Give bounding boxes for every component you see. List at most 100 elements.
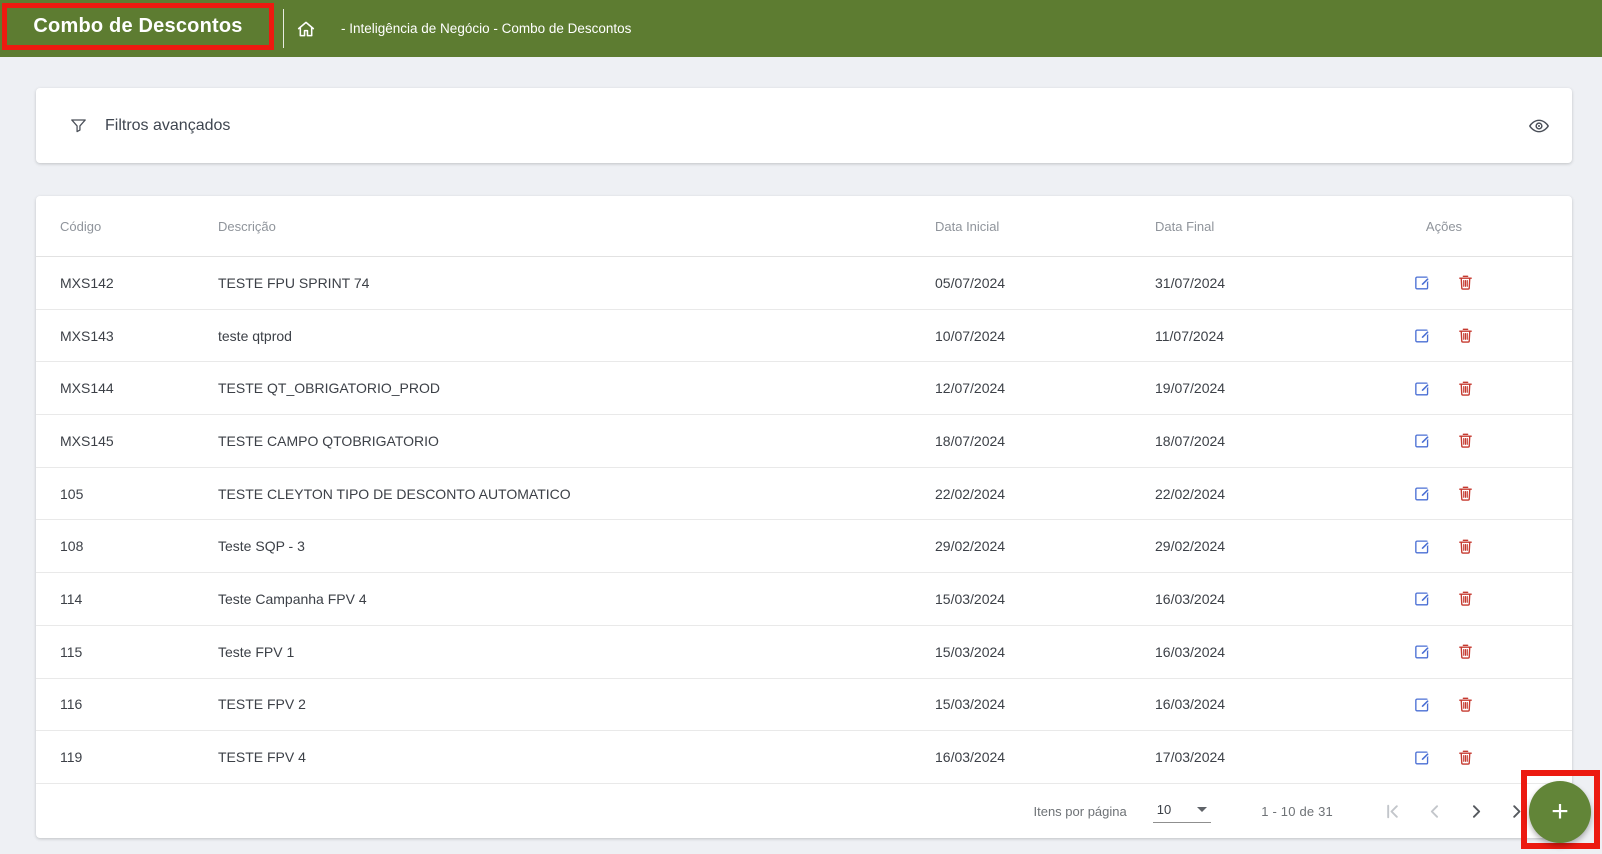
edit-icon[interactable] bbox=[1413, 589, 1432, 608]
advanced-filters-bar[interactable]: Filtros avançados bbox=[36, 88, 1572, 163]
first-page-icon[interactable] bbox=[1381, 800, 1404, 823]
cell-data-inicial: 29/02/2024 bbox=[935, 538, 1006, 555]
cell-data-inicial: 05/07/2024 bbox=[935, 274, 1006, 291]
trash-icon[interactable] bbox=[1456, 537, 1475, 556]
cell-descricao: Teste Campanha FPV 4 bbox=[218, 590, 367, 607]
column-header-codigo: Código bbox=[60, 218, 102, 234]
table-row: 116 TESTE FPV 2 15/03/2024 16/03/2024 bbox=[36, 679, 1572, 732]
cell-descricao: TESTE FPV 4 bbox=[218, 749, 306, 766]
cell-codigo: 105 bbox=[60, 485, 84, 502]
cell-descricao: Teste FPV 1 bbox=[218, 643, 295, 660]
trash-icon[interactable] bbox=[1456, 642, 1475, 661]
trash-icon[interactable] bbox=[1456, 484, 1475, 503]
column-header-data-inicial: Data Inicial bbox=[935, 218, 1000, 234]
cell-codigo: 119 bbox=[60, 749, 83, 766]
column-header-data-final: Data Final bbox=[1155, 218, 1215, 234]
table-row: MXS144 TESTE QT_OBRIGATORIO_PROD 12/07/2… bbox=[36, 362, 1572, 416]
edit-icon[interactable] bbox=[1413, 431, 1432, 450]
cell-codigo: MXS143 bbox=[60, 327, 114, 344]
trash-icon[interactable] bbox=[1456, 695, 1475, 714]
cell-data-inicial: 12/07/2024 bbox=[935, 380, 1006, 397]
table-row: 114 Teste Campanha FPV 4 15/03/2024 16/0… bbox=[36, 573, 1572, 626]
items-per-page-label: Itens por página bbox=[1033, 804, 1127, 819]
edit-icon[interactable] bbox=[1413, 326, 1432, 345]
page-title: Combo de Descontos bbox=[33, 15, 243, 37]
cell-data-final: 19/07/2024 bbox=[1155, 380, 1226, 397]
cell-data-inicial: 15/03/2024 bbox=[935, 590, 1006, 607]
cell-codigo: 108 bbox=[60, 538, 84, 555]
cell-descricao: TESTE FPV 2 bbox=[218, 696, 306, 713]
cell-data-final: 22/02/2024 bbox=[1155, 485, 1226, 502]
cell-data-inicial: 16/03/2024 bbox=[935, 749, 1006, 766]
table-row: 105 TESTE CLEYTON TIPO DE DESCONTO AUTOM… bbox=[36, 468, 1572, 521]
pagination: Itens por página 10 1 - 10 de 31 bbox=[36, 785, 1572, 838]
cell-data-final: 16/03/2024 bbox=[1155, 643, 1226, 660]
trash-icon[interactable] bbox=[1456, 326, 1475, 345]
trash-icon[interactable] bbox=[1456, 379, 1475, 398]
pagination-range: 1 - 10 de 31 bbox=[1261, 804, 1333, 819]
trash-icon[interactable] bbox=[1456, 431, 1475, 450]
annotation-highlight-title: Combo de Descontos bbox=[2, 3, 274, 50]
trash-icon[interactable] bbox=[1456, 273, 1475, 292]
cell-descricao: TESTE FPU SPRINT 74 bbox=[218, 274, 370, 291]
cell-codigo: MXS142 bbox=[60, 274, 114, 291]
cell-data-inicial: 18/07/2024 bbox=[935, 432, 1006, 449]
cell-codigo: MXS144 bbox=[60, 380, 114, 397]
table-header-row: Código Descrição Data Inicial Data Final… bbox=[36, 196, 1572, 257]
table-row: MXS142 TESTE FPU SPRINT 74 05/07/2024 31… bbox=[36, 257, 1572, 310]
plus-icon: + bbox=[1551, 795, 1569, 828]
cell-descricao: TESTE CLEYTON TIPO DE DESCONTO AUTOMATIC… bbox=[218, 485, 571, 502]
trash-icon[interactable] bbox=[1456, 748, 1475, 767]
table-row: MXS145 TESTE CAMPO QTOBRIGATORIO 18/07/2… bbox=[36, 415, 1572, 468]
cell-codigo: 116 bbox=[60, 696, 83, 713]
cell-data-final: 16/03/2024 bbox=[1155, 590, 1226, 607]
cell-descricao: TESTE QT_OBRIGATORIO_PROD bbox=[218, 380, 440, 397]
app-header: Combo de Descontos - Inteligência de Neg… bbox=[0, 0, 1602, 57]
table-row: 108 Teste SQP - 3 29/02/2024 29/02/2024 bbox=[36, 520, 1572, 574]
cell-codigo: 115 bbox=[60, 643, 83, 660]
discounts-table: Código Descrição Data Inicial Data Final… bbox=[36, 196, 1572, 838]
cell-descricao: Teste SQP - 3 bbox=[218, 538, 305, 555]
cell-data-final: 16/03/2024 bbox=[1155, 696, 1226, 713]
cell-data-inicial: 10/07/2024 bbox=[935, 327, 1006, 344]
column-header-acoes: Ações bbox=[1425, 218, 1463, 234]
cell-codigo: MXS145 bbox=[60, 432, 114, 449]
pagination-controls bbox=[1381, 800, 1530, 823]
column-header-descricao: Descrição bbox=[218, 218, 276, 234]
funnel-icon bbox=[69, 116, 88, 135]
eye-icon[interactable] bbox=[1528, 115, 1550, 137]
edit-icon[interactable] bbox=[1413, 748, 1432, 767]
cell-descricao: teste qtprod bbox=[218, 327, 292, 344]
chevron-left-icon[interactable] bbox=[1423, 800, 1446, 823]
chevron-right-icon[interactable] bbox=[1465, 800, 1488, 823]
items-per-page-value: 10 bbox=[1156, 802, 1172, 817]
table-row: 119 TESTE FPV 4 16/03/2024 17/03/2024 bbox=[36, 731, 1572, 784]
edit-icon[interactable] bbox=[1413, 695, 1432, 714]
cell-data-inicial: 15/03/2024 bbox=[935, 643, 1006, 660]
edit-icon[interactable] bbox=[1413, 484, 1432, 503]
table-row: 115 Teste FPV 1 15/03/2024 16/03/2024 bbox=[36, 626, 1572, 679]
chevron-down-icon bbox=[1197, 807, 1208, 812]
cell-data-final: 31/07/2024 bbox=[1155, 274, 1226, 291]
cell-descricao: TESTE CAMPO QTOBRIGATORIO bbox=[218, 432, 439, 449]
edit-icon[interactable] bbox=[1413, 642, 1432, 661]
trash-icon[interactable] bbox=[1456, 589, 1475, 608]
add-button[interactable]: + bbox=[1529, 781, 1591, 843]
edit-icon[interactable] bbox=[1413, 273, 1432, 292]
cell-data-final: 17/03/2024 bbox=[1155, 749, 1226, 766]
edit-icon[interactable] bbox=[1413, 537, 1432, 556]
cell-data-final: 18/07/2024 bbox=[1155, 432, 1226, 449]
cell-data-inicial: 22/02/2024 bbox=[935, 485, 1006, 502]
cell-codigo: 114 bbox=[60, 590, 83, 607]
table-row: MXS143 teste qtprod 10/07/2024 11/07/202… bbox=[36, 310, 1572, 363]
advanced-filters-label: Filtros avançados bbox=[105, 116, 231, 134]
header-divider bbox=[283, 9, 284, 48]
cell-data-final: 11/07/2024 bbox=[1155, 327, 1225, 344]
page: Combo de Descontos - Inteligência de Neg… bbox=[0, 0, 1602, 854]
cell-data-inicial: 15/03/2024 bbox=[935, 696, 1006, 713]
breadcrumb: - Inteligência de Negócio - Combo de Des… bbox=[341, 21, 632, 36]
cell-data-final: 29/02/2024 bbox=[1155, 538, 1226, 555]
edit-icon[interactable] bbox=[1413, 379, 1432, 398]
home-icon[interactable] bbox=[295, 18, 317, 40]
items-per-page-select[interactable]: 10 bbox=[1152, 800, 1212, 823]
